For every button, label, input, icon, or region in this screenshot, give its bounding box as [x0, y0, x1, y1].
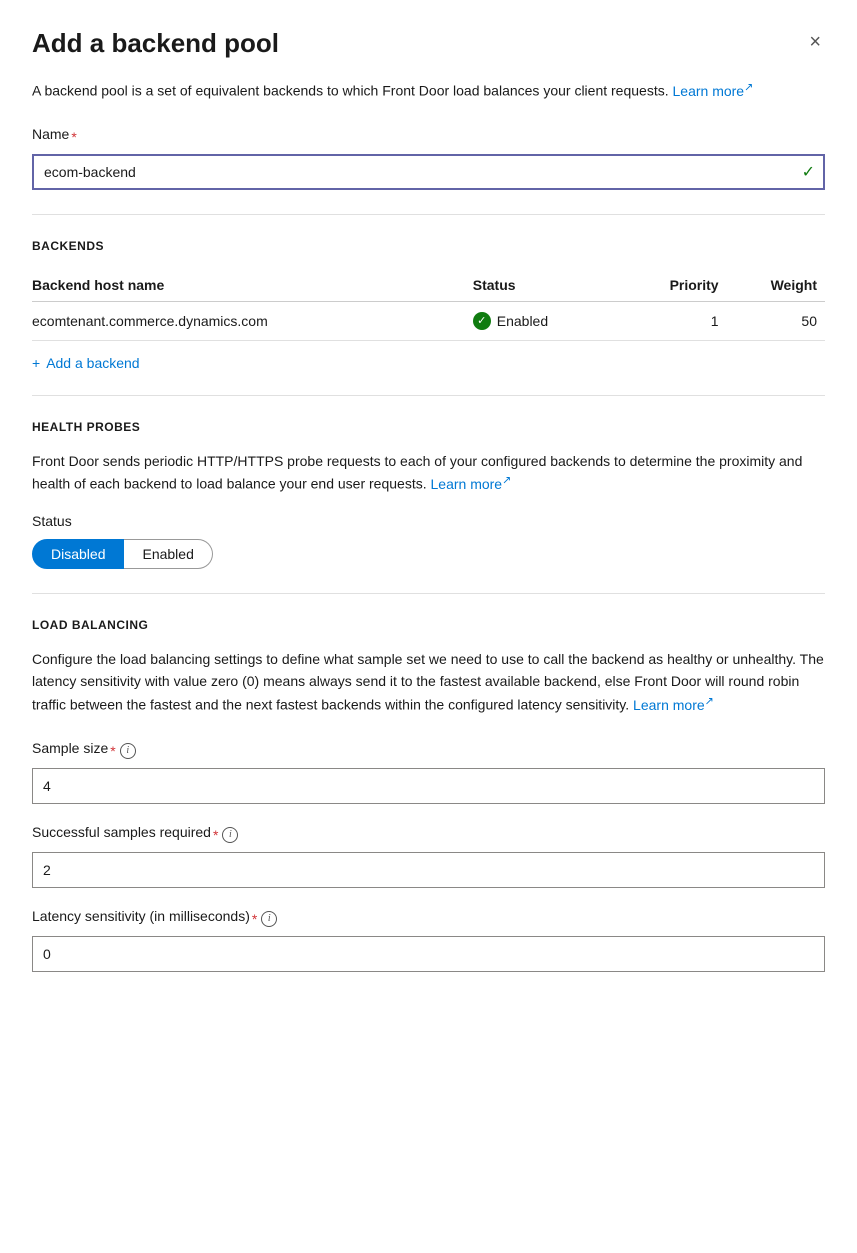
latency-sensitivity-input[interactable]: [32, 936, 825, 972]
health-probes-section: HEALTH PROBES Front Door sends periodic …: [32, 420, 825, 569]
add-backend-button[interactable]: + Add a backend: [32, 355, 140, 371]
backends-table-head: Backend host name Status Priority Weight: [32, 269, 825, 302]
health-probes-status-label: Status: [32, 513, 825, 529]
backends-table-body: ecomtenant.commerce.dynamics.com ✓ Enabl…: [32, 301, 825, 340]
divider-health-probes: [32, 395, 825, 396]
load-balancing-description: Configure the load balancing settings to…: [32, 648, 825, 716]
sample-size-group: Sample size * i: [32, 740, 825, 804]
backend-priority: 1: [624, 301, 727, 340]
backend-host-name: ecomtenant.commerce.dynamics.com: [32, 301, 473, 340]
name-label: Name: [32, 126, 69, 142]
latency-sensitivity-info-icon[interactable]: i: [261, 911, 277, 927]
status-text: Enabled: [497, 313, 548, 329]
name-checkmark-icon: ✓: [802, 162, 815, 182]
successful-samples-info-icon[interactable]: i: [222, 827, 238, 843]
description-text: A backend pool is a set of equivalent ba…: [32, 83, 669, 99]
health-probes-heading: HEALTH PROBES: [32, 420, 825, 434]
description-learn-more-link[interactable]: Learn more↗: [673, 83, 754, 99]
backend-status: ✓ Enabled: [473, 301, 624, 340]
sample-size-info-icon[interactable]: i: [120, 743, 136, 759]
successful-samples-required: *: [213, 827, 218, 843]
successful-samples-label-row: Successful samples required * i: [32, 824, 825, 846]
add-backend-icon: +: [32, 355, 40, 371]
health-probes-learn-more-link[interactable]: Learn more↗: [431, 476, 512, 492]
name-field-group: Name * ✓: [32, 126, 825, 190]
backends-table-header-row: Backend host name Status Priority Weight: [32, 269, 825, 302]
successful-samples-input[interactable]: [32, 852, 825, 888]
successful-samples-label: Successful samples required: [32, 824, 211, 840]
toggle-enabled-button[interactable]: Enabled: [124, 539, 212, 569]
latency-sensitivity-label: Latency sensitivity (in milliseconds): [32, 908, 250, 924]
load-balancing-learn-more-link[interactable]: Learn more↗: [633, 697, 714, 713]
latency-sensitivity-required: *: [252, 911, 257, 927]
add-backend-label: Add a backend: [46, 355, 139, 371]
sample-size-label: Sample size: [32, 740, 108, 756]
name-input[interactable]: [32, 154, 825, 190]
successful-samples-group: Successful samples required * i: [32, 824, 825, 888]
status-enabled-icon: ✓: [473, 312, 491, 330]
close-button[interactable]: ×: [805, 28, 825, 56]
col-weight: Weight: [727, 269, 825, 302]
name-required-indicator: *: [71, 129, 76, 145]
health-probes-toggle-group: Disabled Enabled: [32, 539, 825, 569]
backends-table: Backend host name Status Priority Weight…: [32, 269, 825, 341]
table-row: ecomtenant.commerce.dynamics.com ✓ Enabl…: [32, 301, 825, 340]
divider-load-balancing: [32, 593, 825, 594]
latency-sensitivity-label-row: Latency sensitivity (in milliseconds) * …: [32, 908, 825, 930]
health-probes-description: Front Door sends periodic HTTP/HTTPS pro…: [32, 450, 825, 495]
divider-backends: [32, 214, 825, 215]
col-priority: Priority: [624, 269, 727, 302]
sample-size-label-row: Sample size * i: [32, 740, 825, 762]
sample-size-input[interactable]: [32, 768, 825, 804]
external-link-icon: ↗: [744, 81, 753, 93]
status-enabled-cell: ✓ Enabled: [473, 312, 616, 330]
panel-header: Add a backend pool ×: [32, 28, 825, 59]
col-host-name: Backend host name: [32, 269, 473, 302]
panel-description: A backend pool is a set of equivalent ba…: [32, 79, 825, 102]
backends-section: BACKENDS Backend host name Status Priori…: [32, 239, 825, 371]
backend-weight: 50: [727, 301, 825, 340]
name-input-wrapper: ✓: [32, 154, 825, 190]
backends-heading: BACKENDS: [32, 239, 825, 253]
load-balancing-heading: LOAD BALANCING: [32, 618, 825, 632]
latency-sensitivity-group: Latency sensitivity (in milliseconds) * …: [32, 908, 825, 972]
load-balancing-section: LOAD BALANCING Configure the load balanc…: [32, 618, 825, 972]
sample-size-required: *: [110, 743, 115, 759]
health-probes-external-link-icon: ↗: [502, 474, 511, 486]
panel-title: Add a backend pool: [32, 28, 279, 59]
load-balancing-external-link-icon: ↗: [705, 695, 714, 707]
toggle-disabled-button[interactable]: Disabled: [32, 539, 124, 569]
col-status: Status: [473, 269, 624, 302]
add-backend-pool-panel: Add a backend pool × A backend pool is a…: [0, 0, 857, 1012]
